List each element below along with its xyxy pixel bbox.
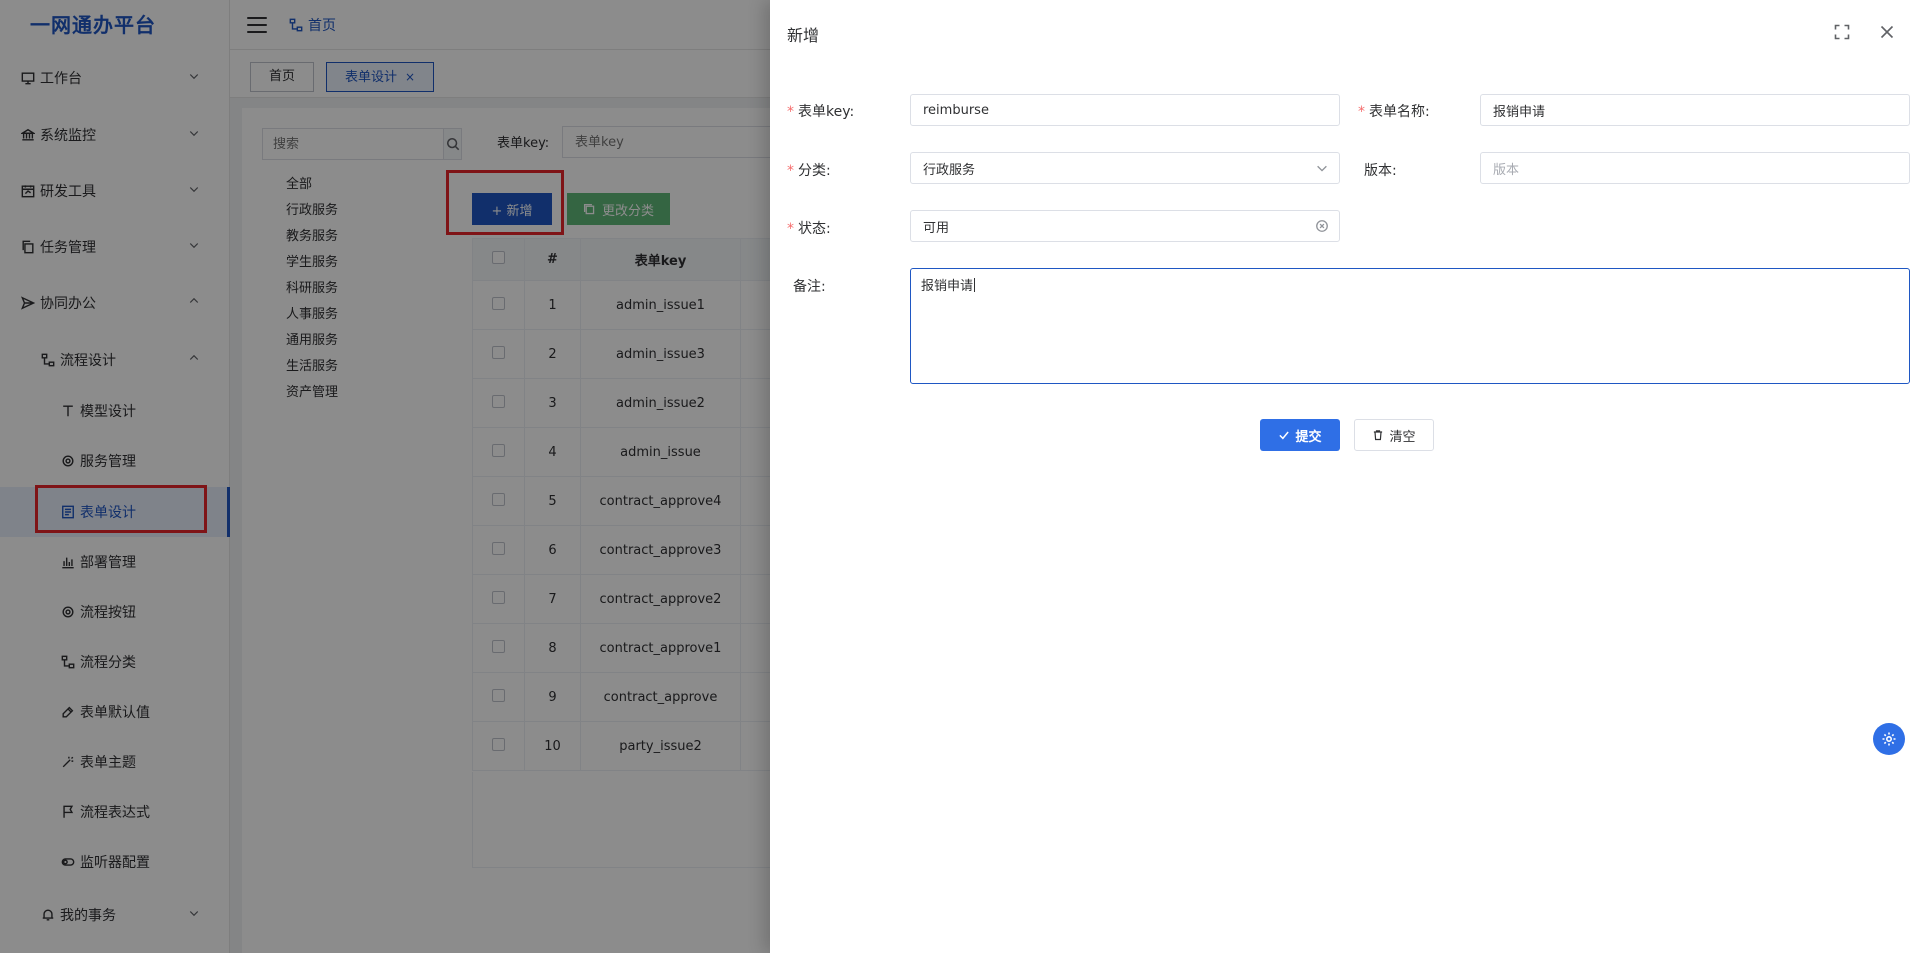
remark-label-text: 备注: bbox=[793, 279, 826, 295]
trash-icon bbox=[1374, 430, 1383, 441]
remark-value: 报销申请 bbox=[921, 279, 974, 294]
status-label: * 状态: bbox=[787, 218, 831, 238]
form-name-label: * 表单名称: bbox=[1358, 101, 1430, 121]
status-value: 可用 bbox=[923, 220, 950, 236]
clear-button[interactable]: 清空 bbox=[1354, 419, 1434, 451]
remark-textarea[interactable]: 报销申请 bbox=[910, 268, 1910, 384]
required-mark: * bbox=[787, 163, 794, 179]
form-name-value: 报销申请 bbox=[1493, 104, 1546, 120]
drawer-header: 新增 bbox=[770, 0, 1920, 64]
category-select[interactable]: 行政服务 bbox=[910, 152, 1340, 184]
category-label: * 分类: bbox=[787, 160, 831, 180]
required-mark: * bbox=[1358, 104, 1365, 120]
version-input[interactable]: 版本 bbox=[1480, 152, 1910, 184]
add-form-drawer: 新增 * 表单key: reimburse * 表单名称: 报销申请 * 分类: 行政… bbox=[770, 0, 1920, 953]
category-label-text: 分类: bbox=[798, 163, 831, 179]
status-label-text: 状态: bbox=[798, 221, 831, 237]
version-label-text: 版本: bbox=[1364, 163, 1397, 179]
version-placeholder: 版本 bbox=[1493, 162, 1520, 178]
required-mark: * bbox=[787, 104, 794, 120]
expand-icon bbox=[1834, 24, 1850, 40]
form-name-label-text: 表单名称: bbox=[1369, 104, 1430, 120]
form-key-label-text: 表单key: bbox=[798, 104, 855, 120]
form-key-label: * 表单key: bbox=[787, 101, 854, 121]
close-icon[interactable] bbox=[1876, 21, 1898, 43]
fullscreen-icon[interactable] bbox=[1831, 21, 1853, 43]
chevron-down-icon bbox=[1315, 161, 1329, 175]
version-label: 版本: bbox=[1364, 160, 1397, 180]
x-icon bbox=[1880, 25, 1894, 39]
submit-button[interactable]: 提交 bbox=[1260, 419, 1340, 451]
text-caret bbox=[974, 278, 976, 292]
check-icon bbox=[1279, 431, 1290, 440]
status-select[interactable]: 可用 bbox=[910, 210, 1340, 242]
gear-icon bbox=[1882, 732, 1896, 746]
clear-label: 清空 bbox=[1389, 429, 1416, 445]
form-key-input[interactable]: reimburse bbox=[910, 94, 1340, 126]
form-key-value: reimburse bbox=[923, 102, 989, 118]
submit-label: 提交 bbox=[1295, 429, 1322, 445]
clear-circle-icon[interactable] bbox=[1315, 219, 1329, 233]
form-name-input[interactable]: 报销申请 bbox=[1480, 94, 1910, 126]
required-mark: * bbox=[787, 221, 794, 237]
remark-label: 备注: bbox=[793, 276, 826, 296]
category-value: 行政服务 bbox=[923, 162, 976, 178]
drawer-title: 新增 bbox=[787, 26, 820, 45]
settings-fab[interactable] bbox=[1873, 723, 1905, 755]
